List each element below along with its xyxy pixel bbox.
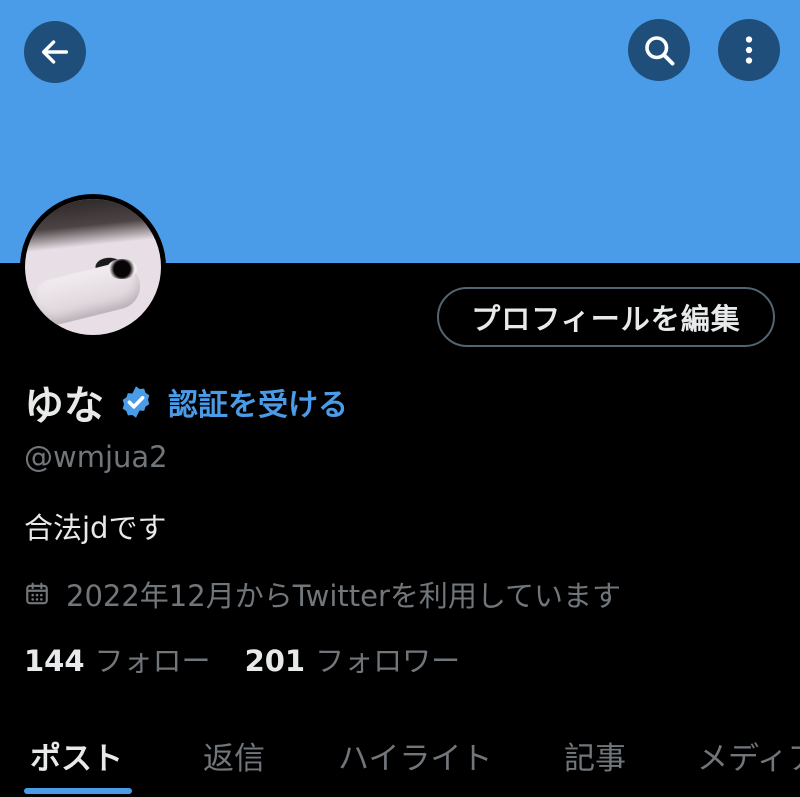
profile-bio: 合法jdです bbox=[24, 511, 167, 545]
get-verified-link[interactable]: 認証を受ける bbox=[168, 380, 348, 424]
followers-link[interactable]: 201 フォロワー bbox=[245, 638, 461, 680]
more-options-button[interactable] bbox=[718, 19, 780, 81]
tab-posts[interactable]: ポスト bbox=[30, 725, 123, 785]
tab-highlights[interactable]: ハイライト bbox=[338, 725, 492, 785]
followers-label: フォロワー bbox=[315, 644, 461, 678]
verified-badge-icon bbox=[122, 386, 150, 418]
avatar-photo bbox=[25, 199, 161, 335]
avatar[interactable] bbox=[20, 194, 166, 340]
search-icon bbox=[645, 36, 675, 66]
join-date-text: 2022年12月からTwitterを利用しています bbox=[66, 579, 622, 613]
following-label: フォロー bbox=[94, 644, 211, 678]
following-link[interactable]: 144 フォロー bbox=[24, 638, 211, 680]
calendar-icon bbox=[26, 582, 48, 605]
tab-articles[interactable]: 記事 bbox=[564, 725, 626, 785]
display-name: ゆな bbox=[24, 383, 104, 429]
tab-media[interactable]: メディア bbox=[697, 725, 800, 785]
edit-profile-button[interactable]: プロフィールを編集 bbox=[437, 287, 775, 347]
search-button[interactable] bbox=[628, 19, 690, 81]
active-tab-indicator bbox=[24, 788, 132, 794]
followers-count: 201 bbox=[244, 644, 306, 678]
tab-replies[interactable]: 返信 bbox=[203, 725, 265, 785]
following-count: 144 bbox=[24, 644, 85, 678]
username-handle: @wmjua2 bbox=[24, 440, 168, 474]
profile-tabs: ポスト 返信 ハイライト 記事 メディア bbox=[0, 725, 800, 797]
follow-stats: 144 フォロー 201 フォロワー bbox=[24, 638, 494, 680]
back-button[interactable] bbox=[24, 21, 86, 83]
join-date: 2022年12月からTwitterを利用しています bbox=[24, 574, 621, 614]
more-vertical-icon bbox=[745, 36, 753, 64]
name-row: ゆな 認証を受ける bbox=[24, 374, 348, 430]
arrow-left-icon bbox=[41, 40, 69, 64]
